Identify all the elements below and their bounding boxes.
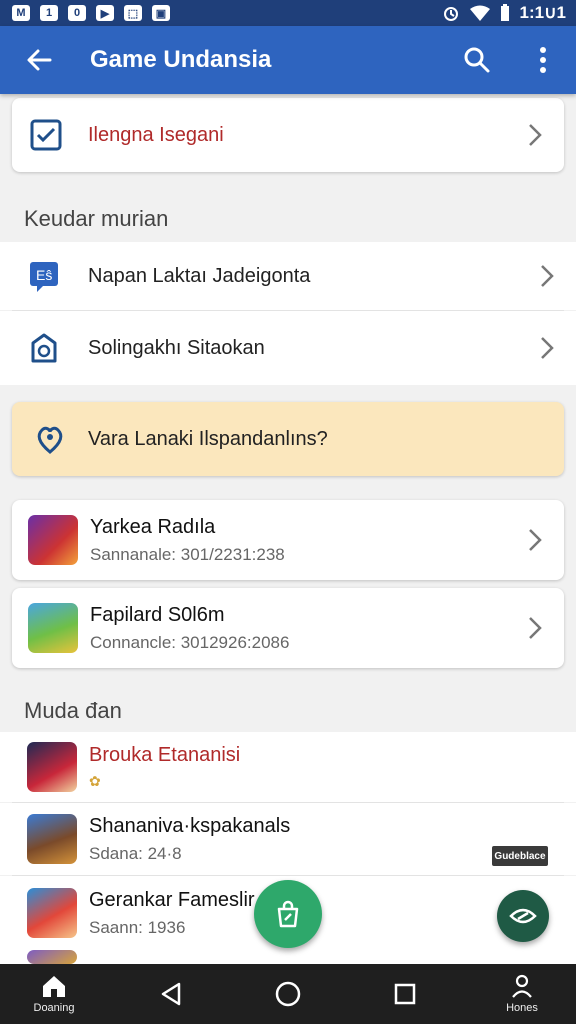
- game-subtitle: Sannanale: 301/2231:238: [90, 544, 285, 564]
- game-thumbnail: [28, 603, 78, 653]
- nav-recents[interactable]: [365, 982, 445, 1006]
- chevron-right-icon: [529, 617, 542, 639]
- fab-main-button[interactable]: [254, 880, 322, 948]
- heart-location-icon-wrap: [12, 423, 88, 455]
- fab-side-button[interactable]: [497, 890, 549, 942]
- square-recents-icon: [394, 983, 416, 1005]
- system-nav-bar: Doaning Hones: [0, 964, 576, 1024]
- list-item-subtitle: Sdana: 24·8: [89, 843, 182, 863]
- nav-profile[interactable]: Hones: [482, 974, 562, 1014]
- home-icon: [43, 976, 65, 997]
- search-icon: [464, 47, 490, 73]
- battery-icon: [500, 4, 509, 21]
- game-card-2[interactable]: Fapilard S0l6m Connancle: 3012926:2086: [12, 588, 564, 668]
- game-thumbnail: [27, 814, 77, 864]
- checklist-icon-wrap: [12, 118, 80, 152]
- shopping-bag-icon: [277, 900, 299, 928]
- status-left: M 1 0 ▶ ⬚ ▣: [12, 5, 170, 21]
- nav-home[interactable]: Doaning: [14, 974, 94, 1014]
- game-thumbnail: [28, 515, 78, 565]
- chevron-right-icon: [541, 265, 554, 287]
- settings-row-2[interactable]: Solingakhı Sitaokan: [0, 311, 576, 385]
- svg-text:Eŝ: Eŝ: [36, 267, 52, 283]
- floating-tag: Gudeblace: [492, 846, 548, 866]
- list-item-partial[interactable]: [0, 950, 576, 964]
- more-options-button[interactable]: [510, 26, 576, 94]
- chevron-right-icon: [529, 529, 542, 551]
- list-item-text: Shananiva·kspakanals Sdana: 24·8: [89, 815, 290, 864]
- list-item-text: Gerankar Fameslir Saann: 1936: [89, 889, 255, 938]
- game-subtitle: Connancle: 3012926:2086: [90, 632, 290, 652]
- list-item[interactable]: Brouka Etananisi ✿: [0, 732, 576, 802]
- banner-text: Vara Lanaki Ilspandanlıns?: [88, 427, 328, 450]
- chat-settings-icon-wrap: Eŝ: [0, 259, 88, 293]
- chevron-right-icon: [541, 337, 554, 359]
- search-button[interactable]: [444, 26, 510, 94]
- list-item-title: Shananiva·kspakanals: [89, 814, 291, 837]
- list-item-title: Gerankar Fameslir: [89, 888, 255, 911]
- triangle-back-icon: [161, 982, 181, 1006]
- wifi-icon: [469, 5, 490, 21]
- game-thumbnail: [27, 742, 77, 792]
- game-card-1-text: Yarkea Radıla Sannanale: 301/2231:238: [90, 516, 285, 565]
- refresh-box-icon-wrap: [0, 331, 88, 365]
- list-item-subtitle: ✿: [89, 773, 101, 789]
- circle-home-icon: [275, 981, 301, 1007]
- status-right: 1:1∪1: [442, 3, 566, 23]
- arrow-left-icon: [27, 49, 52, 71]
- alarm-icon: [443, 7, 458, 21]
- game-title: Fapilard S0l6m: [90, 603, 225, 626]
- game-title: Yarkea Radıla: [90, 515, 216, 538]
- top-card[interactable]: Ilengna Isegani: [12, 98, 564, 172]
- more-vert-icon: [540, 47, 546, 73]
- nav-home-circle[interactable]: [248, 981, 328, 1007]
- game-thumbnail: [27, 950, 77, 964]
- info-icon: 1: [40, 5, 58, 21]
- top-card-label: Ilengna Isegani: [88, 123, 224, 146]
- list-item-subtitle: Saann: 1936: [89, 917, 186, 937]
- page-title: Game Undansia: [90, 46, 272, 73]
- list-item-text: Brouka Etananisi ✿: [89, 744, 240, 790]
- play-icon: ▶: [96, 5, 114, 21]
- chevron-right-icon: [529, 124, 542, 146]
- settings-row-1[interactable]: Eŝ Napan Laktaı Jadeigonta: [0, 242, 576, 310]
- nav-profile-label: Hones: [506, 1002, 538, 1014]
- gallery-icon: ⬚: [124, 5, 142, 21]
- back-button[interactable]: [0, 26, 78, 94]
- game-thumbnail: [27, 888, 77, 938]
- settings-row-1-label: Napan Laktaı Jadeigonta: [88, 264, 311, 287]
- settings-row-2-label: Solingakhı Sitaokan: [88, 336, 265, 359]
- status-bar: M 1 0 ▶ ⬚ ▣ 1:1∪1: [0, 0, 576, 26]
- nav-back[interactable]: [131, 981, 211, 1007]
- person-icon: [512, 974, 532, 998]
- link-eye-icon: [509, 908, 537, 924]
- list-item-title: Brouka Etananisi: [89, 744, 241, 766]
- refresh-box-icon: [31, 333, 57, 363]
- section-title-1: Keudar murian: [24, 206, 169, 231]
- heart-location-icon: [37, 426, 63, 454]
- notification-icon: M: [12, 5, 30, 21]
- list-item[interactable]: Shananiva·kspakanals Sdana: 24·8: [0, 803, 576, 875]
- chat-settings-icon: Eŝ: [30, 262, 58, 292]
- checklist-icon: [30, 119, 62, 151]
- app-bar: Game Undansia: [0, 26, 576, 94]
- game-card-2-text: Fapilard S0l6m Connancle: 3012926:2086: [90, 604, 289, 653]
- circle-badge-icon: 0: [68, 5, 86, 21]
- nav-home-label: Doaning: [33, 1002, 75, 1014]
- info-banner[interactable]: Vara Lanaki Ilspandanlıns?: [12, 402, 564, 476]
- section-title-2: Muda đan: [24, 698, 122, 723]
- clock: 1:1∪1: [519, 3, 566, 22]
- game-card-1[interactable]: Yarkea Radıla Sannanale: 301/2231:238: [12, 500, 564, 580]
- tablet-icon: ▣: [152, 5, 170, 21]
